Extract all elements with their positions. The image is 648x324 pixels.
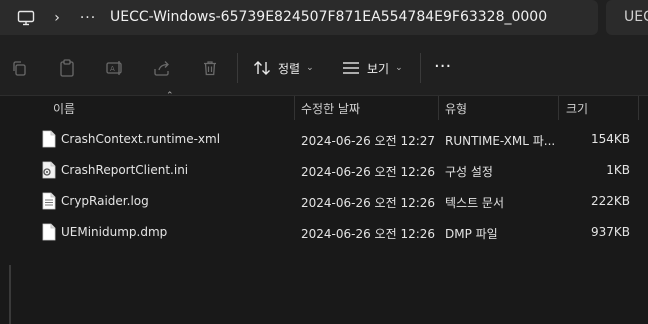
file-type: DMP 파일 xyxy=(445,227,498,241)
file-date: 2024-06-26 오전 12:27 xyxy=(301,134,436,148)
column-type-header[interactable]: 유형 xyxy=(445,100,467,117)
file-row[interactable]: CrashReportClient.ini 2024-06-26 오전 12:2… xyxy=(0,155,648,186)
file-date: 2024-06-26 오전 12:26 xyxy=(301,227,436,241)
chevron-down-icon: ⌄ xyxy=(395,63,403,73)
view-label: 보기 xyxy=(367,61,390,76)
file-row[interactable]: CrypRaider.log 2024-06-26 오전 12:26 텍스트 문… xyxy=(0,186,648,217)
view-list-icon xyxy=(342,59,360,77)
file-size: 1KB xyxy=(606,163,630,177)
column-divider[interactable] xyxy=(558,96,559,120)
address-bar[interactable]: › ··· UECC-Windows-65739E824507F871EA554… xyxy=(0,0,598,35)
file-size: 222KB xyxy=(590,194,630,208)
file-type: 구성 설정 xyxy=(445,165,493,179)
search-box[interactable]: UEC xyxy=(606,0,648,35)
view-button[interactable]: 보기 ⌄ xyxy=(342,56,403,80)
breadcrumb-overflow-button[interactable]: ··· xyxy=(76,8,100,28)
file-name: CrypRaider.log xyxy=(61,194,149,208)
document-icon xyxy=(42,130,56,148)
svg-text:A: A xyxy=(110,65,115,73)
file-name: CrashReportClient.ini xyxy=(61,163,189,177)
sort-button[interactable]: 정렬 ⌄ xyxy=(253,56,314,80)
text-file-icon xyxy=(42,192,56,210)
sort-ascending-icon: ⌃ xyxy=(166,91,174,101)
address-bar-row: › ··· UECC-Windows-65739E824507F871EA554… xyxy=(0,0,648,39)
column-divider[interactable] xyxy=(294,96,295,120)
file-type: RUNTIME-XML 파... xyxy=(445,134,555,148)
toolbar-divider xyxy=(237,53,238,83)
sort-label: 정렬 xyxy=(278,61,301,76)
file-date: 2024-06-26 오전 12:26 xyxy=(301,196,436,210)
settings-file-icon xyxy=(42,161,56,179)
command-bar: A 정렬 ⌄ 보기 ⌄ ··· xyxy=(0,39,648,96)
document-icon xyxy=(42,223,56,241)
breadcrumb-chevron-icon[interactable]: › xyxy=(48,8,66,28)
file-row[interactable]: CrashContext.runtime-xml 2024-06-26 오전 1… xyxy=(0,124,648,155)
column-divider[interactable] xyxy=(638,96,639,120)
file-name: UEMinidump.dmp xyxy=(61,225,168,239)
column-size-header[interactable]: 크기 xyxy=(566,100,588,117)
file-type: 텍스트 문서 xyxy=(445,196,505,210)
column-date-header[interactable]: 수정한 날짜 xyxy=(301,100,360,117)
share-icon[interactable] xyxy=(152,58,172,78)
nav-pane-divider[interactable] xyxy=(9,265,11,324)
copy-icon[interactable] xyxy=(9,58,29,78)
column-name-header[interactable]: 이름 xyxy=(53,100,75,117)
trash-icon[interactable] xyxy=(200,58,220,78)
column-header: ⌃ 이름 수정한 날짜 유형 크기 xyxy=(0,91,648,122)
file-row[interactable]: UEMinidump.dmp 2024-06-26 오전 12:26 DMP 파… xyxy=(0,217,648,248)
this-pc-icon[interactable] xyxy=(16,8,36,28)
paste-icon[interactable] xyxy=(57,58,77,78)
file-size: 937KB xyxy=(590,225,630,239)
chevron-down-icon: ⌄ xyxy=(306,63,314,73)
file-size: 154KB xyxy=(590,132,630,146)
column-divider[interactable] xyxy=(438,96,439,120)
breadcrumb-current-folder[interactable]: UECC-Windows-65739E824507F871EA554784E9F… xyxy=(110,9,547,25)
rename-icon[interactable]: A xyxy=(105,58,125,78)
file-date: 2024-06-26 오전 12:26 xyxy=(301,165,436,179)
file-name: CrashContext.runtime-xml xyxy=(61,132,221,146)
search-box-text: UEC xyxy=(624,9,648,25)
more-options-button[interactable]: ··· xyxy=(434,58,451,76)
toolbar-divider xyxy=(420,53,421,83)
sort-arrows-icon xyxy=(253,59,271,77)
